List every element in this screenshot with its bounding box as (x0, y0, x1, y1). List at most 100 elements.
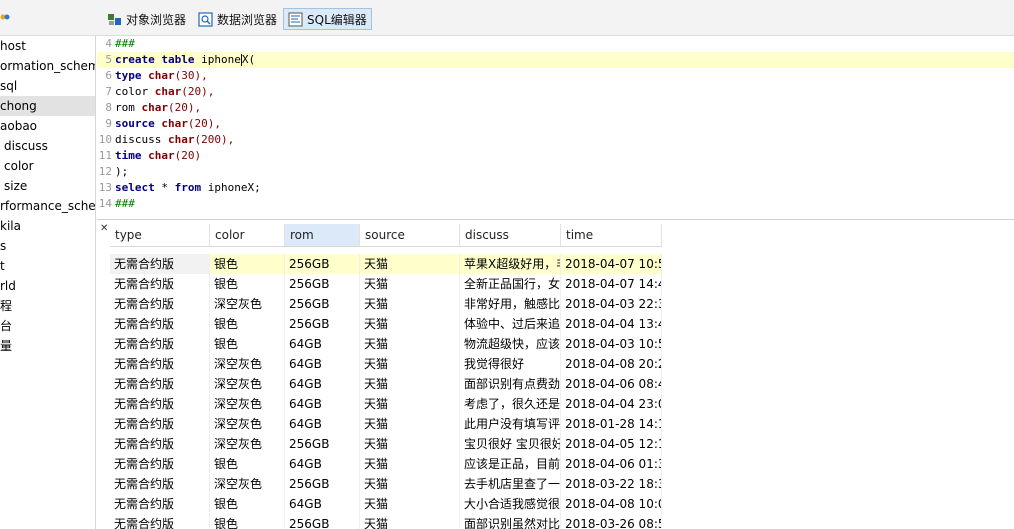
table-cell-rom[interactable]: 256GB (285, 294, 360, 314)
table-cell-rom[interactable]: 256GB (285, 434, 360, 454)
table-cell-color[interactable]: 银色 (210, 274, 285, 294)
table-cell-color[interactable]: 银色 (210, 494, 285, 514)
code-line[interactable]: 10 discuss char(200), (97, 132, 1014, 148)
table-cell-color[interactable]: 银色 (210, 454, 285, 474)
table-cell-type[interactable]: 无需合约版 (110, 374, 210, 394)
table-cell-type[interactable]: 无需合约版 (110, 474, 210, 494)
table-cell-discuss[interactable]: 面部识别虽然对比 (460, 514, 561, 529)
table-cell-rom[interactable]: 64GB (285, 374, 360, 394)
table-cell-source[interactable]: 天猫 (360, 274, 460, 294)
table-cell-time[interactable]: 2018-04-07 14:46 (561, 274, 662, 294)
table-cell-rom[interactable]: 64GB (285, 354, 360, 374)
table-cell-discuss[interactable]: 面部识别有点费劲 (460, 374, 561, 394)
table-cell-discuss[interactable]: 此用户没有填写评 (460, 414, 561, 434)
table-cell-color[interactable]: 深空灰色 (210, 434, 285, 454)
table-cell-discuss[interactable]: 非常好用，触感比 (460, 294, 561, 314)
code-line[interactable]: 7 color char(20), (97, 84, 1014, 100)
table-cell-time[interactable]: 2018-04-07 10:58 (561, 254, 662, 274)
tree-item-host[interactable]: host (0, 36, 95, 56)
table-cell-color[interactable]: 深空灰色 (210, 414, 285, 434)
tree-item-color[interactable]: color (0, 156, 95, 176)
table-cell-source[interactable]: 天猫 (360, 354, 460, 374)
table-cell-discuss[interactable]: 考虑了，很久还是 (460, 394, 561, 414)
table-cell-time[interactable]: 2018-04-03 10:53 (561, 334, 662, 354)
table-cell-rom[interactable]: 64GB (285, 414, 360, 434)
table-cell-source[interactable]: 天猫 (360, 334, 460, 354)
table-cell-type[interactable]: 无需合约版 (110, 334, 210, 354)
table-cell-type[interactable]: 无需合约版 (110, 394, 210, 414)
tree-item-procedures[interactable]: 程 (0, 296, 95, 316)
object-browser-button[interactable]: 对象浏览器 (102, 8, 191, 30)
table-cell-rom[interactable]: 64GB (285, 454, 360, 474)
table-cell-time[interactable]: 2018-04-06 01:35 (561, 454, 662, 474)
table-cell-discuss[interactable]: 我觉得很好 (460, 354, 561, 374)
tree-item-platform[interactable]: 台 (0, 316, 95, 336)
code-line[interactable]: 8 rom char(20), (97, 100, 1014, 116)
table-cell-color[interactable]: 深空灰色 (210, 294, 285, 314)
table-cell-time[interactable]: 2018-04-05 12:18 (561, 434, 662, 454)
sql-editor[interactable]: 4 ### 5 create table iphoneX(6 type char(30)… (97, 36, 1014, 220)
table-cell-color[interactable]: 深空灰色 (210, 394, 285, 414)
table-cell-time[interactable]: 2018-04-08 20:21 (561, 354, 662, 374)
column-header-discuss[interactable]: discuss (460, 224, 561, 247)
table-cell-source[interactable]: 天猫 (360, 374, 460, 394)
table-cell-source[interactable]: 天猫 (360, 294, 460, 314)
tree-item-variables[interactable]: 量 (0, 336, 95, 356)
tree-item-chong[interactable]: chong (0, 96, 95, 116)
table-cell-rom[interactable]: 256GB (285, 474, 360, 494)
table-cell-source[interactable]: 天猫 (360, 254, 460, 274)
code-line[interactable]: 6 type char(30), (97, 68, 1014, 84)
table-cell-type[interactable]: 无需合约版 (110, 414, 210, 434)
table-cell-discuss[interactable]: 物流超级快，应该 (460, 334, 561, 354)
column-header-time[interactable]: time (561, 224, 662, 247)
table-cell-time[interactable]: 2018-04-03 22:33 (561, 294, 662, 314)
table-cell-time[interactable]: 2018-04-04 13:48 (561, 314, 662, 334)
tree-item-test[interactable]: t (0, 256, 95, 276)
tree-item-size[interactable]: size (0, 176, 95, 196)
table-cell-time[interactable]: 2018-03-26 08:53 (561, 514, 662, 529)
tree-item-world[interactable]: rld (0, 276, 95, 296)
tree-item-sakila[interactable]: kila (0, 216, 95, 236)
tree-item-performance-schema[interactable]: rformance_scher (0, 196, 95, 216)
tree-item-discuss[interactable]: discuss (0, 136, 95, 156)
column-header-color[interactable]: color (210, 224, 285, 247)
table-cell-time[interactable]: 2018-04-04 23:09 (561, 394, 662, 414)
table-cell-type[interactable]: 无需合约版 (110, 454, 210, 474)
sql-editor-button[interactable]: SQL编辑器 (283, 8, 372, 30)
table-cell-discuss[interactable]: 全新正品国行，女 (460, 274, 561, 294)
table-cell-source[interactable]: 天猫 (360, 414, 460, 434)
table-cell-type[interactable]: 无需合约版 (110, 294, 210, 314)
table-cell-source[interactable]: 天猫 (360, 394, 460, 414)
table-cell-source[interactable]: 天猫 (360, 434, 460, 454)
table-cell-source[interactable]: 天猫 (360, 514, 460, 529)
table-cell-type[interactable]: 无需合约版 (110, 354, 210, 374)
code-line[interactable]: 12); (97, 164, 1014, 180)
table-cell-source[interactable]: 天猫 (360, 494, 460, 514)
table-cell-time[interactable]: 2018-03-22 18:39 (561, 474, 662, 494)
table-cell-rom[interactable]: 256GB (285, 314, 360, 334)
table-cell-discuss[interactable]: 去手机店里查了一 (460, 474, 561, 494)
code-line[interactable]: 11 time char(20) (97, 148, 1014, 164)
table-cell-type[interactable]: 无需合约版 (110, 494, 210, 514)
code-line[interactable]: 5 create table iphoneX( (97, 52, 1014, 68)
column-header-source[interactable]: source (360, 224, 460, 247)
code-line[interactable]: 13 select * from iphoneX; (97, 180, 1014, 196)
table-cell-discuss[interactable]: 宝贝很好 宝贝很好 (460, 434, 561, 454)
table-cell-type[interactable]: 无需合约版 (110, 434, 210, 454)
column-header-rom[interactable]: rom (285, 224, 360, 247)
table-cell-rom[interactable]: 64GB (285, 494, 360, 514)
table-cell-color[interactable]: 深空灰色 (210, 474, 285, 494)
table-cell-time[interactable]: 2018-04-06 08:43 (561, 374, 662, 394)
code-line[interactable]: 9 source char(20), (97, 116, 1014, 132)
table-cell-source[interactable]: 天猫 (360, 314, 460, 334)
column-header-type[interactable]: type (110, 224, 210, 247)
table-cell-color[interactable]: 银色 (210, 314, 285, 334)
table-cell-color[interactable]: 银色 (210, 254, 285, 274)
code-line[interactable]: 4 ### (97, 36, 1014, 52)
table-cell-discuss[interactable]: 大小合适我感觉很 (460, 494, 561, 514)
table-cell-source[interactable]: 天猫 (360, 454, 460, 474)
table-cell-color[interactable]: 银色 (210, 334, 285, 354)
table-cell-type[interactable]: 无需合约版 (110, 514, 210, 529)
table-cell-rom[interactable]: 256GB (285, 514, 360, 529)
table-cell-color[interactable]: 银色 (210, 514, 285, 529)
